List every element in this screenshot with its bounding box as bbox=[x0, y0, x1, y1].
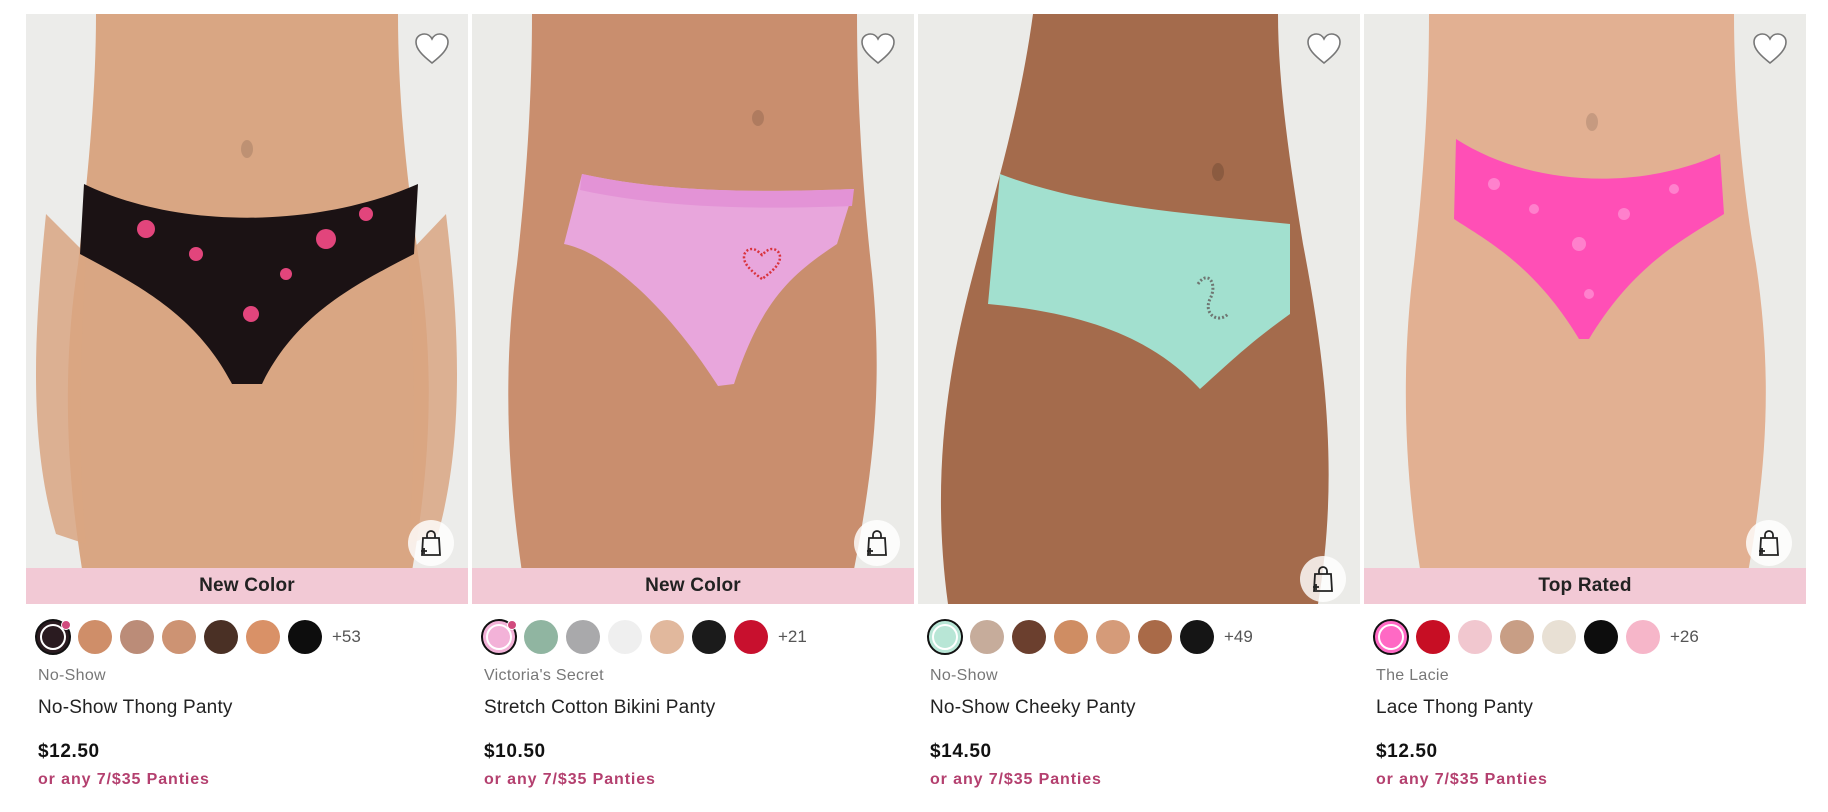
model-photo bbox=[1364, 14, 1806, 604]
color-swatch[interactable] bbox=[481, 619, 517, 655]
new-color-dot bbox=[61, 620, 71, 630]
promo-link[interactable]: or any 7/$35 Panties bbox=[472, 771, 914, 789]
model-photo bbox=[26, 14, 468, 604]
product-price: $10.50 bbox=[484, 741, 546, 762]
color-swatch[interactable] bbox=[162, 620, 196, 654]
shopping-bag-icon bbox=[421, 530, 441, 556]
color-swatch[interactable] bbox=[692, 620, 726, 654]
promo-link[interactable]: or any 7/$35 Panties bbox=[1364, 771, 1806, 789]
color-swatch[interactable] bbox=[1054, 620, 1088, 654]
product-name[interactable]: Lace Thong Panty bbox=[1364, 697, 1806, 719]
promo-link[interactable]: or any 7/$35 Panties bbox=[918, 771, 1360, 789]
color-swatches: +49 bbox=[918, 617, 1360, 657]
product-name[interactable]: Stretch Cotton Bikini Panty bbox=[472, 697, 914, 719]
more-colors-link[interactable]: +53 bbox=[332, 627, 361, 647]
color-swatch[interactable] bbox=[1096, 620, 1130, 654]
add-to-bag-button[interactable] bbox=[854, 520, 900, 566]
color-swatch[interactable] bbox=[927, 619, 963, 655]
color-swatch[interactable] bbox=[78, 620, 112, 654]
color-swatch[interactable] bbox=[1373, 619, 1409, 655]
product-card[interactable]: New Color +53 No-Show No-Show Thong Pant… bbox=[26, 14, 468, 804]
more-colors-link[interactable]: +26 bbox=[1670, 627, 1699, 647]
product-image[interactable]: Top Rated bbox=[1364, 14, 1806, 604]
color-swatch[interactable] bbox=[566, 620, 600, 654]
model-photo bbox=[472, 14, 914, 604]
color-swatch[interactable] bbox=[35, 619, 71, 655]
heart-icon[interactable] bbox=[414, 32, 450, 66]
color-swatch[interactable] bbox=[1416, 620, 1450, 654]
product-name[interactable]: No-Show Thong Panty bbox=[26, 697, 468, 719]
color-swatch[interactable] bbox=[1458, 620, 1492, 654]
product-price: $14.50 bbox=[930, 741, 992, 762]
product-collection: No-Show bbox=[930, 667, 998, 684]
color-swatch[interactable] bbox=[1138, 620, 1172, 654]
product-badge: Top Rated bbox=[1364, 568, 1806, 604]
heart-icon[interactable] bbox=[860, 32, 896, 66]
product-image[interactable]: New Color bbox=[472, 14, 914, 604]
color-swatch[interactable] bbox=[734, 620, 768, 654]
color-swatch[interactable] bbox=[1584, 620, 1618, 654]
color-swatch[interactable] bbox=[608, 620, 642, 654]
add-to-bag-button[interactable] bbox=[408, 520, 454, 566]
color-swatches: +53 bbox=[26, 617, 468, 657]
model-photo bbox=[918, 14, 1360, 604]
add-to-bag-button[interactable] bbox=[1300, 556, 1346, 602]
color-swatch[interactable] bbox=[246, 620, 280, 654]
product-collection: The Lacie bbox=[1376, 667, 1449, 684]
product-name[interactable]: No-Show Cheeky Panty bbox=[918, 697, 1360, 719]
product-price: $12.50 bbox=[38, 741, 100, 762]
color-swatch[interactable] bbox=[1012, 620, 1046, 654]
more-colors-link[interactable]: +21 bbox=[778, 627, 807, 647]
shopping-bag-icon bbox=[1759, 530, 1779, 556]
color-swatches: +21 bbox=[472, 617, 914, 657]
color-swatch[interactable] bbox=[1542, 620, 1576, 654]
color-swatch[interactable] bbox=[1180, 620, 1214, 654]
color-swatches: +26 bbox=[1364, 617, 1806, 657]
color-swatch[interactable] bbox=[970, 620, 1004, 654]
product-card[interactable]: New Color +21 Victoria's Secret Stretch … bbox=[472, 14, 914, 804]
product-image[interactable] bbox=[918, 14, 1360, 604]
product-image[interactable]: New Color bbox=[26, 14, 468, 604]
product-badge: New Color bbox=[26, 568, 468, 604]
product-price: $12.50 bbox=[1376, 741, 1438, 762]
add-to-bag-button[interactable] bbox=[1746, 520, 1792, 566]
product-grid: New Color +53 No-Show No-Show Thong Pant… bbox=[26, 14, 1806, 804]
color-swatch[interactable] bbox=[1626, 620, 1660, 654]
promo-link[interactable]: or any 7/$35 Panties bbox=[26, 771, 468, 789]
color-swatch[interactable] bbox=[288, 620, 322, 654]
color-swatch[interactable] bbox=[524, 620, 558, 654]
color-swatch[interactable] bbox=[120, 620, 154, 654]
color-swatch[interactable] bbox=[1500, 620, 1534, 654]
heart-icon[interactable] bbox=[1752, 32, 1788, 66]
product-collection: No-Show bbox=[38, 667, 106, 684]
product-badge: New Color bbox=[472, 568, 914, 604]
new-color-dot bbox=[507, 620, 517, 630]
product-collection: Victoria's Secret bbox=[484, 667, 604, 684]
shopping-bag-icon bbox=[1313, 566, 1333, 592]
more-colors-link[interactable]: +49 bbox=[1224, 627, 1253, 647]
color-swatch[interactable] bbox=[650, 620, 684, 654]
product-card[interactable]: Top Rated +26 The Lacie Lace Thong Panty… bbox=[1364, 14, 1806, 804]
shopping-bag-icon bbox=[867, 530, 887, 556]
color-swatch[interactable] bbox=[204, 620, 238, 654]
product-card[interactable]: +49 No-Show No-Show Cheeky Panty $14.50 … bbox=[918, 14, 1360, 804]
heart-icon[interactable] bbox=[1306, 32, 1342, 66]
